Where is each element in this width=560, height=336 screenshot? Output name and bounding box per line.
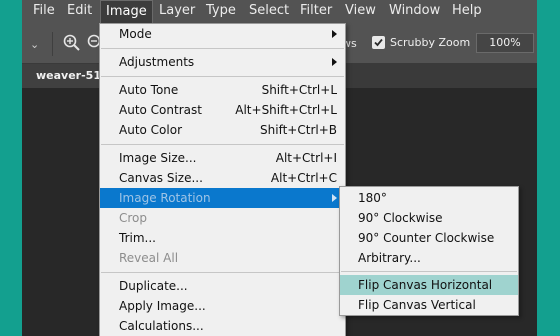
menu-item-apply-image[interactable]: Apply Image...: [100, 296, 345, 316]
menu-item-label: Image Rotation: [119, 191, 211, 205]
menu-item-duplicate[interactable]: Duplicate...: [100, 276, 345, 296]
menu-separator: [101, 76, 344, 77]
photoshop-window: File Edit Image Layer Type Select Filter…: [22, 0, 537, 336]
tool-preset-chevron-icon[interactable]: ⌄: [30, 38, 39, 51]
submenu-arrow-icon: [332, 194, 337, 202]
menu-layer[interactable]: Layer: [154, 0, 200, 24]
submenu-item-label: Arbitrary...: [358, 251, 421, 265]
menu-help[interactable]: Help: [447, 0, 487, 24]
menu-window[interactable]: Window: [384, 0, 445, 24]
menu-edit[interactable]: Edit: [62, 0, 97, 24]
menu-separator: [101, 144, 344, 145]
menu-image[interactable]: Image: [100, 0, 153, 25]
menu-item-canvas-size[interactable]: Canvas Size... Alt+Ctrl+C: [100, 168, 345, 188]
menu-file[interactable]: File: [28, 0, 60, 24]
submenu-item-label: 90° Clockwise: [358, 211, 443, 225]
menu-item-shortcut: Shift+Ctrl+B: [260, 123, 337, 137]
menu-item-label: Auto Color: [119, 123, 183, 137]
menu-item-label: Calculations...: [119, 319, 204, 333]
submenu-item-90-counter-clockwise[interactable]: 90° Counter Clockwise: [340, 228, 518, 248]
submenu-item-90-clockwise[interactable]: 90° Clockwise: [340, 208, 518, 228]
submenu-item-flip-canvas-horizontal[interactable]: Flip Canvas Horizontal: [340, 275, 518, 295]
menu-item-label: Duplicate...: [119, 279, 188, 293]
menu-item-trim[interactable]: Trim...: [100, 228, 345, 248]
menu-item-mode[interactable]: Mode: [100, 24, 345, 44]
submenu-item-label: 180°: [358, 191, 387, 205]
submenu-item-flip-canvas-vertical[interactable]: Flip Canvas Vertical: [340, 295, 518, 315]
menu-view[interactable]: View: [340, 0, 381, 24]
menu-item-auto-tone[interactable]: Auto Tone Shift+Ctrl+L: [100, 80, 345, 100]
menu-item-image-size[interactable]: Image Size... Alt+Ctrl+I: [100, 148, 345, 168]
menu-item-label: Reveal All: [119, 251, 179, 265]
menu-filter[interactable]: Filter: [295, 0, 337, 24]
menu-item-reveal-all[interactable]: Reveal All: [100, 248, 345, 268]
submenu-item-label: 90° Counter Clockwise: [358, 231, 495, 245]
submenu-arrow-icon: [332, 58, 337, 66]
menu-item-label: Adjustments: [119, 55, 195, 69]
image-menu-dropdown: Mode Adjustments Auto Tone Shift+Ctrl+L …: [99, 23, 346, 336]
submenu-item-label: Flip Canvas Vertical: [358, 298, 476, 312]
menu-item-image-rotation[interactable]: Image Rotation: [100, 188, 345, 208]
menu-item-label: Trim...: [119, 231, 156, 245]
menu-item-auto-color[interactable]: Auto Color Shift+Ctrl+B: [100, 120, 345, 140]
menu-item-label: Mode: [119, 27, 152, 41]
menu-item-shortcut: Shift+Ctrl+L: [261, 83, 337, 97]
image-rotation-submenu: 180° 90° Clockwise 90° Counter Clockwise…: [339, 186, 519, 316]
menu-separator: [101, 48, 344, 49]
document-tab[interactable]: weaver-518: [22, 64, 102, 88]
menu-item-shortcut: Alt+Ctrl+I: [275, 151, 337, 165]
menu-item-adjustments[interactable]: Adjustments: [100, 52, 345, 72]
zoom-percent-field[interactable]: 100%: [476, 33, 534, 53]
options-divider: [52, 32, 53, 56]
menu-select[interactable]: Select: [244, 0, 294, 24]
menu-item-shortcut: Alt+Shift+Ctrl+L: [235, 103, 337, 117]
menu-item-label: Auto Tone: [119, 83, 179, 97]
menu-item-calculations[interactable]: Calculations...: [100, 316, 345, 336]
menu-item-label: Apply Image...: [119, 299, 206, 313]
scrubby-zoom-label: Scrubby Zoom: [390, 36, 471, 49]
menu-item-auto-contrast[interactable]: Auto Contrast Alt+Shift+Ctrl+L: [100, 100, 345, 120]
submenu-item-label: Flip Canvas Horizontal: [358, 278, 493, 292]
menu-separator: [341, 271, 517, 272]
menu-type[interactable]: Type: [201, 0, 241, 24]
menu-item-shortcut: Alt+Ctrl+C: [270, 171, 337, 185]
menu-bar: File Edit Image Layer Type Select Filter…: [22, 0, 537, 25]
submenu-arrow-icon: [332, 30, 337, 38]
menu-item-label: Crop: [119, 211, 148, 225]
submenu-item-180[interactable]: 180°: [340, 188, 518, 208]
menu-separator: [101, 272, 344, 273]
menu-item-crop[interactable]: Crop: [100, 208, 345, 228]
menu-item-label: Canvas Size...: [119, 171, 203, 185]
scrubby-zoom-checkbox[interactable]: [372, 36, 385, 49]
submenu-item-arbitrary[interactable]: Arbitrary...: [340, 248, 518, 268]
menu-item-label: Image Size...: [119, 151, 197, 165]
menu-item-label: Auto Contrast: [119, 103, 202, 117]
zoom-in-icon[interactable]: [62, 33, 82, 53]
